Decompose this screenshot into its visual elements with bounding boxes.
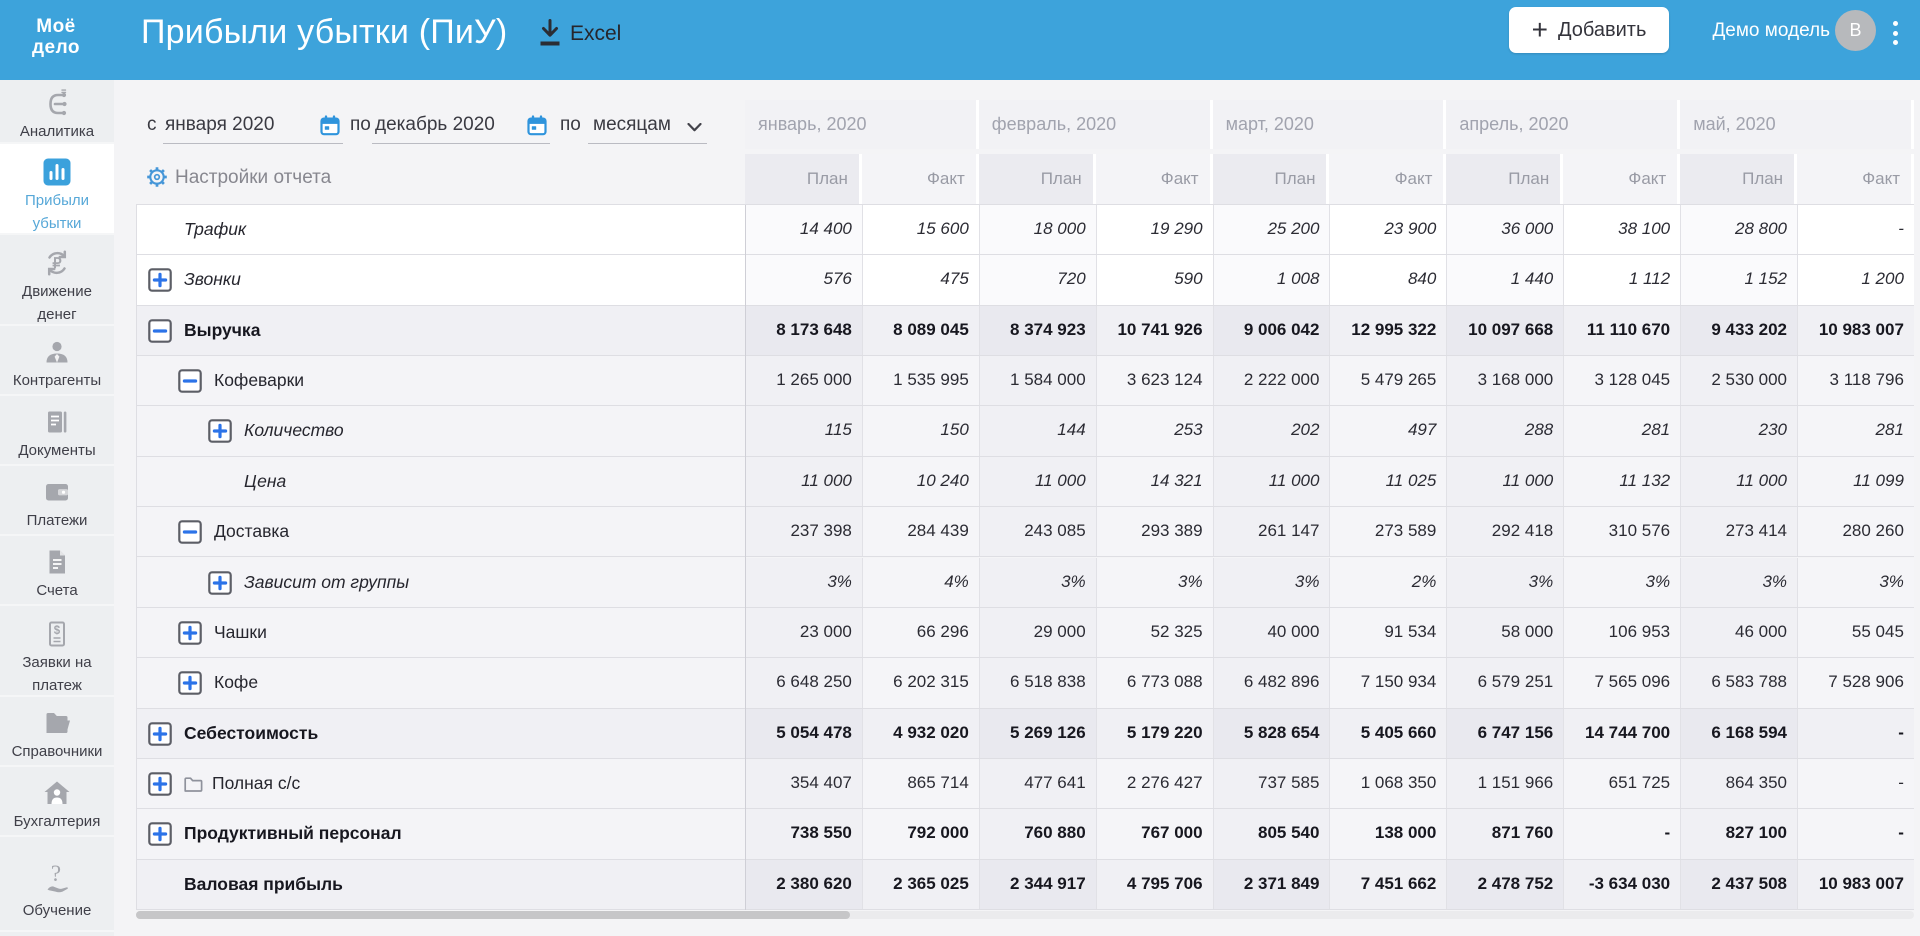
- svg-text:?: ?: [51, 865, 61, 886]
- svg-text:₽: ₽: [52, 256, 62, 272]
- svg-text:$: $: [54, 625, 61, 637]
